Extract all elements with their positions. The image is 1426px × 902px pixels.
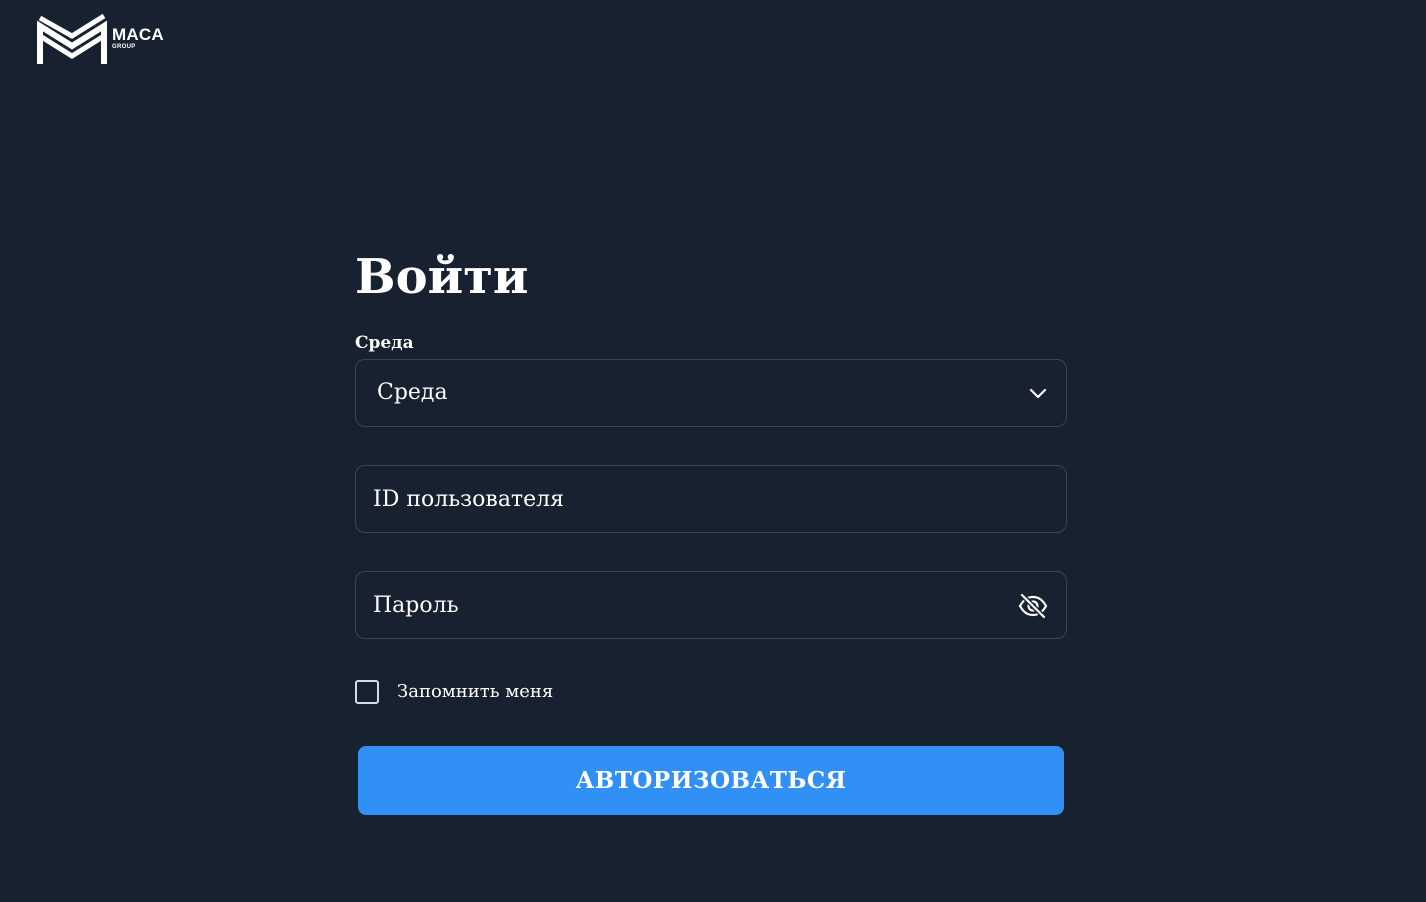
chevron-down-icon [1029,388,1047,399]
password-field[interactable] [355,571,1067,639]
environment-label: Среда [355,333,414,353]
environment-selected-value: Среда [377,380,448,405]
remember-me-label[interactable]: Запомнить меня [397,681,553,703]
login-form: Войти Среда Среда Запомнить меня АВТОРИЗ… [355,248,1067,815]
user-id-input[interactable] [373,479,973,519]
brand-name: MACA [112,25,164,44]
remember-me-row: Запомнить меня [355,680,1067,704]
maca-logo-icon [37,13,107,64]
environment-select[interactable]: Среда [355,359,1067,427]
brand-wordmark: MACA GROUP [112,26,164,51]
brand-subtitle: GROUP [112,44,136,50]
remember-me-checkbox[interactable] [355,680,379,704]
password-input[interactable] [373,585,973,625]
eye-slash-icon[interactable] [1018,592,1048,620]
user-id-field[interactable] [355,465,1067,533]
page-title: Войти [355,249,529,305]
brand-logo: MACA GROUP [36,12,164,68]
login-button[interactable]: АВТОРИЗОВАТЬСЯ [358,746,1064,815]
